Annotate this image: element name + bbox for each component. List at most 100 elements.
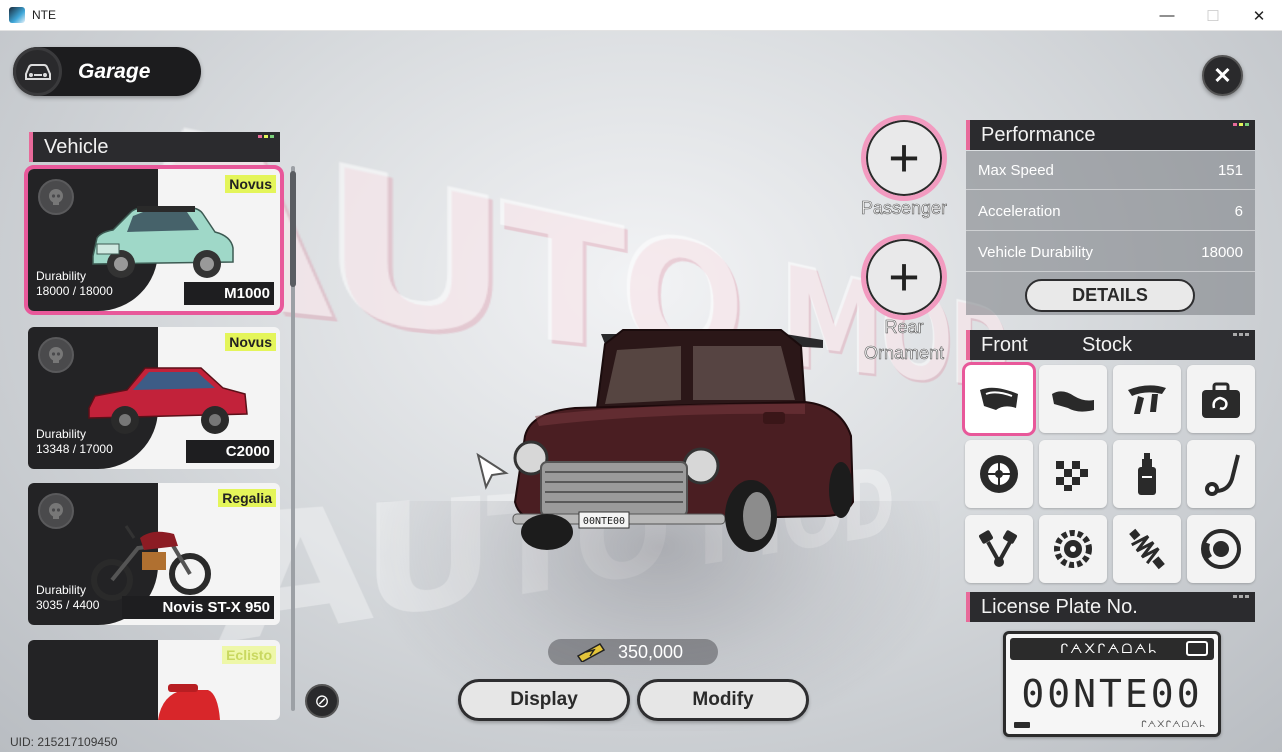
mini-car-image bbox=[92, 206, 234, 278]
vehicle-model: Novis ST-X 950 bbox=[122, 596, 274, 619]
vehicle-card-c2000[interactable]: Novus Durability 13348 / 17000 C2000 bbox=[28, 327, 280, 469]
vehicle-section-header: Vehicle bbox=[29, 132, 280, 162]
scooter-image bbox=[158, 684, 220, 720]
add-rear-ornament-button[interactable]: + bbox=[861, 234, 947, 320]
part-accessory[interactable] bbox=[1187, 365, 1255, 433]
wheel-icon bbox=[980, 455, 1018, 493]
license-plate-number: 00NTE00 bbox=[1021, 672, 1203, 716]
price-display: 350,000 bbox=[548, 639, 718, 665]
plus-icon: + bbox=[888, 247, 920, 307]
accessory-bag-icon bbox=[1202, 382, 1240, 418]
front-bumper-icon bbox=[980, 387, 1018, 410]
part-category: Front bbox=[981, 333, 1028, 356]
window-title: NTE bbox=[32, 8, 56, 22]
close-button[interactable]: ✕ bbox=[1202, 55, 1243, 96]
suspension-spring-icon bbox=[1129, 528, 1165, 570]
part-engine[interactable] bbox=[965, 515, 1033, 583]
license-plate-header: License Plate No. bbox=[966, 592, 1255, 622]
parts-header: Front Stock bbox=[966, 330, 1255, 360]
durability-label: Durability bbox=[36, 427, 87, 441]
garage-car-icon bbox=[13, 47, 62, 96]
page-title: Garage bbox=[78, 59, 151, 83]
garage-header: Garage bbox=[13, 47, 201, 96]
stat-value: 18000 bbox=[1201, 243, 1243, 261]
vehicle-maker: Regalia bbox=[218, 489, 276, 507]
sedan-car-image bbox=[88, 367, 248, 434]
part-spoiler[interactable] bbox=[1113, 365, 1181, 433]
vehicle-maker: Novus bbox=[225, 333, 276, 351]
part-rear-bumper[interactable] bbox=[1039, 365, 1107, 433]
checkered-paint-icon bbox=[1056, 461, 1088, 491]
slot-label: Passenger bbox=[861, 198, 948, 219]
part-wheels[interactable] bbox=[965, 440, 1033, 508]
part-status: Stock bbox=[1082, 334, 1133, 356]
vehicle-card-novis-stx950[interactable]: Regalia Durability 3035 / 4400 Novis ST-… bbox=[28, 483, 280, 625]
window-close-button[interactable]: ✕ bbox=[1236, 0, 1282, 31]
car-license-plate: 00NTE00 bbox=[583, 516, 625, 527]
vehicle-list-scroll-thumb[interactable] bbox=[290, 171, 296, 287]
rear-ornament-slot[interactable]: + Rear Ornament bbox=[861, 234, 947, 366]
rear-bumper-icon bbox=[1052, 391, 1094, 412]
performance-header: Performance bbox=[966, 120, 1255, 150]
plate-footer-mark bbox=[1014, 722, 1030, 728]
part-paint-pattern[interactable] bbox=[1039, 440, 1107, 508]
stat-label: Vehicle Durability bbox=[978, 243, 1094, 261]
license-plate-editor[interactable]: ᒋᗅ᙭ᒋᗅᗝᗅᖺ 00NTE00 ᒋᗅ᙭ᒋᗅᗝᗅᖺ bbox=[1003, 631, 1221, 737]
window-titlebar: NTE — ☐ ✕ bbox=[0, 0, 1282, 31]
part-suspension[interactable] bbox=[1113, 515, 1181, 583]
part-exhaust[interactable] bbox=[1187, 440, 1255, 508]
part-brakes[interactable] bbox=[1187, 515, 1255, 583]
hide-filter-button[interactable]: ⊘ bbox=[305, 684, 339, 718]
exhaust-icon bbox=[1205, 454, 1240, 496]
plate-footer-text: ᒋᗅ᙭ᒋᗅᗝᗅᖺ bbox=[1140, 719, 1206, 729]
plus-icon: + bbox=[888, 128, 920, 188]
engine-piston-icon bbox=[979, 530, 1017, 567]
mouse-cursor-icon bbox=[476, 452, 509, 490]
maximize-button: ☐ bbox=[1206, 7, 1220, 25]
motorcycle-image bbox=[91, 525, 211, 601]
stat-row-durability: Vehicle Durability 18000 bbox=[966, 233, 1255, 272]
durability-label: Durability bbox=[36, 269, 87, 283]
transmission-gear-icon bbox=[1054, 530, 1092, 568]
part-transmission[interactable] bbox=[1039, 515, 1107, 583]
stat-label: Acceleration bbox=[978, 202, 1061, 220]
passenger-slot[interactable]: + Passenger bbox=[861, 115, 947, 221]
stat-row-acceleration: Acceleration 6 bbox=[966, 192, 1255, 231]
brand-skull-icon bbox=[38, 179, 74, 215]
brand-skull-icon bbox=[38, 337, 74, 373]
add-passenger-button[interactable]: + bbox=[861, 115, 947, 201]
edit-plate-icon[interactable] bbox=[1186, 641, 1208, 656]
part-spray-paint[interactable] bbox=[1113, 440, 1181, 508]
performance-title: Performance bbox=[981, 123, 1096, 146]
details-button[interactable]: DETAILS bbox=[1025, 279, 1195, 312]
vehicle-maker: Novus bbox=[225, 175, 276, 193]
spray-paint-icon bbox=[1138, 453, 1156, 495]
vehicle-maker: Eclisto bbox=[222, 646, 276, 664]
ticket-currency-icon bbox=[576, 643, 606, 662]
vehicle-card-scooter[interactable]: Eclisto bbox=[28, 640, 280, 720]
no-view-icon: ⊘ bbox=[314, 690, 330, 711]
app-icon bbox=[9, 7, 25, 23]
slot-label: Rear Ornament bbox=[863, 317, 945, 364]
part-front-bumper[interactable] bbox=[962, 362, 1036, 436]
price-value: 350,000 bbox=[618, 641, 684, 662]
plate-header-strip: ᒋᗅ᙭ᒋᗅᗝᗅᖺ bbox=[1010, 638, 1214, 660]
vehicle-card-m1000[interactable]: Novus Durability 18000 / 18000 M1000 bbox=[24, 165, 284, 315]
vehicle-section-title: Vehicle bbox=[44, 135, 109, 158]
durability-value: 3035 / 4400 bbox=[36, 598, 100, 612]
spoiler-icon bbox=[1128, 385, 1166, 414]
stat-label: Max Speed bbox=[978, 161, 1054, 179]
stat-row-max-speed: Max Speed 151 bbox=[966, 151, 1255, 190]
vehicle-model: M1000 bbox=[184, 282, 274, 305]
brand-skull-icon bbox=[38, 493, 74, 529]
stat-value: 6 bbox=[1234, 202, 1243, 220]
user-id: UID: 215217109450 bbox=[10, 735, 118, 749]
modify-button[interactable]: Modify bbox=[637, 679, 809, 721]
display-button[interactable]: Display bbox=[458, 679, 630, 721]
durability-value: 18000 / 18000 bbox=[36, 284, 113, 298]
stat-value: 151 bbox=[1217, 161, 1243, 179]
vehicle-model: C2000 bbox=[185, 440, 274, 463]
garage-scene: AUTO MOD AUTO MOD Garage ✕ Vehicle Novus bbox=[0, 31, 1282, 752]
durability-value: 13348 / 17000 bbox=[36, 442, 113, 456]
minimize-button[interactable]: — bbox=[1144, 0, 1190, 31]
